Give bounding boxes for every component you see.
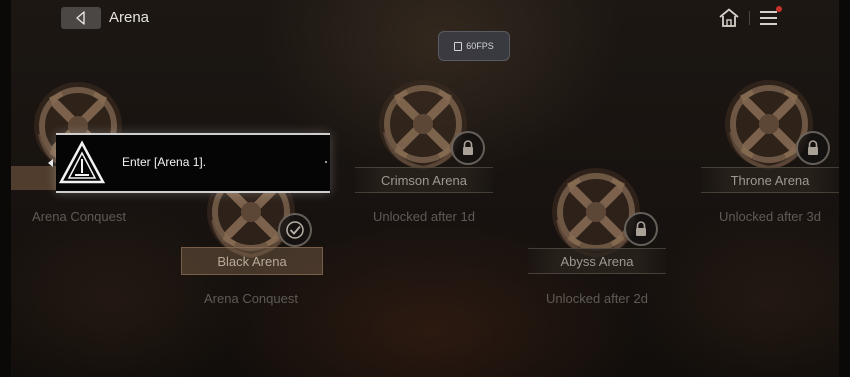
arena-2-name[interactable]: Black Arena xyxy=(181,247,323,275)
arena-5-name[interactable]: Throne Arena xyxy=(701,167,839,193)
left-border xyxy=(0,0,11,377)
menu-icon xyxy=(760,11,777,13)
lock-icon xyxy=(808,140,818,155)
right-border xyxy=(839,0,850,377)
tooltip-text: Enter [Arena 1]. xyxy=(122,155,207,169)
fps-indicator: 60FPS xyxy=(438,31,510,61)
fps-label: 60FPS xyxy=(466,41,494,51)
back-button[interactable] xyxy=(61,7,101,29)
arena-1-subtitle: Arena Conquest xyxy=(32,209,126,224)
lock-icon xyxy=(636,221,646,236)
home-button[interactable] xyxy=(718,8,740,28)
locked-badge xyxy=(451,131,485,165)
warning-triangle-icon xyxy=(58,140,106,184)
arena-4-name[interactable]: Abyss Arena xyxy=(528,248,666,274)
back-arrow-icon xyxy=(76,11,85,25)
arena-2-subtitle: Arena Conquest xyxy=(204,291,298,306)
header-divider xyxy=(749,11,750,25)
arena-4-subtitle: Unlocked after 2d xyxy=(546,291,648,306)
locked-badge xyxy=(796,131,830,165)
menu-alert-dot xyxy=(776,6,782,12)
arena-5-subtitle: Unlocked after 3d xyxy=(719,209,821,224)
menu-button[interactable] xyxy=(760,9,778,27)
arena-3-subtitle: Unlocked after 1d xyxy=(373,209,475,224)
home-icon xyxy=(719,8,739,27)
lock-icon xyxy=(463,140,473,155)
completed-badge xyxy=(278,213,312,247)
check-icon xyxy=(286,221,304,239)
arena-3-name[interactable]: Crimson Arena xyxy=(355,167,493,193)
tooltip-decoration xyxy=(325,161,327,163)
tutorial-tooltip[interactable]: Enter [Arena 1]. xyxy=(48,133,330,193)
tooltip-pointer xyxy=(48,159,53,167)
fps-icon xyxy=(454,41,463,51)
page-title: Arena xyxy=(109,9,150,26)
locked-badge xyxy=(624,212,658,246)
